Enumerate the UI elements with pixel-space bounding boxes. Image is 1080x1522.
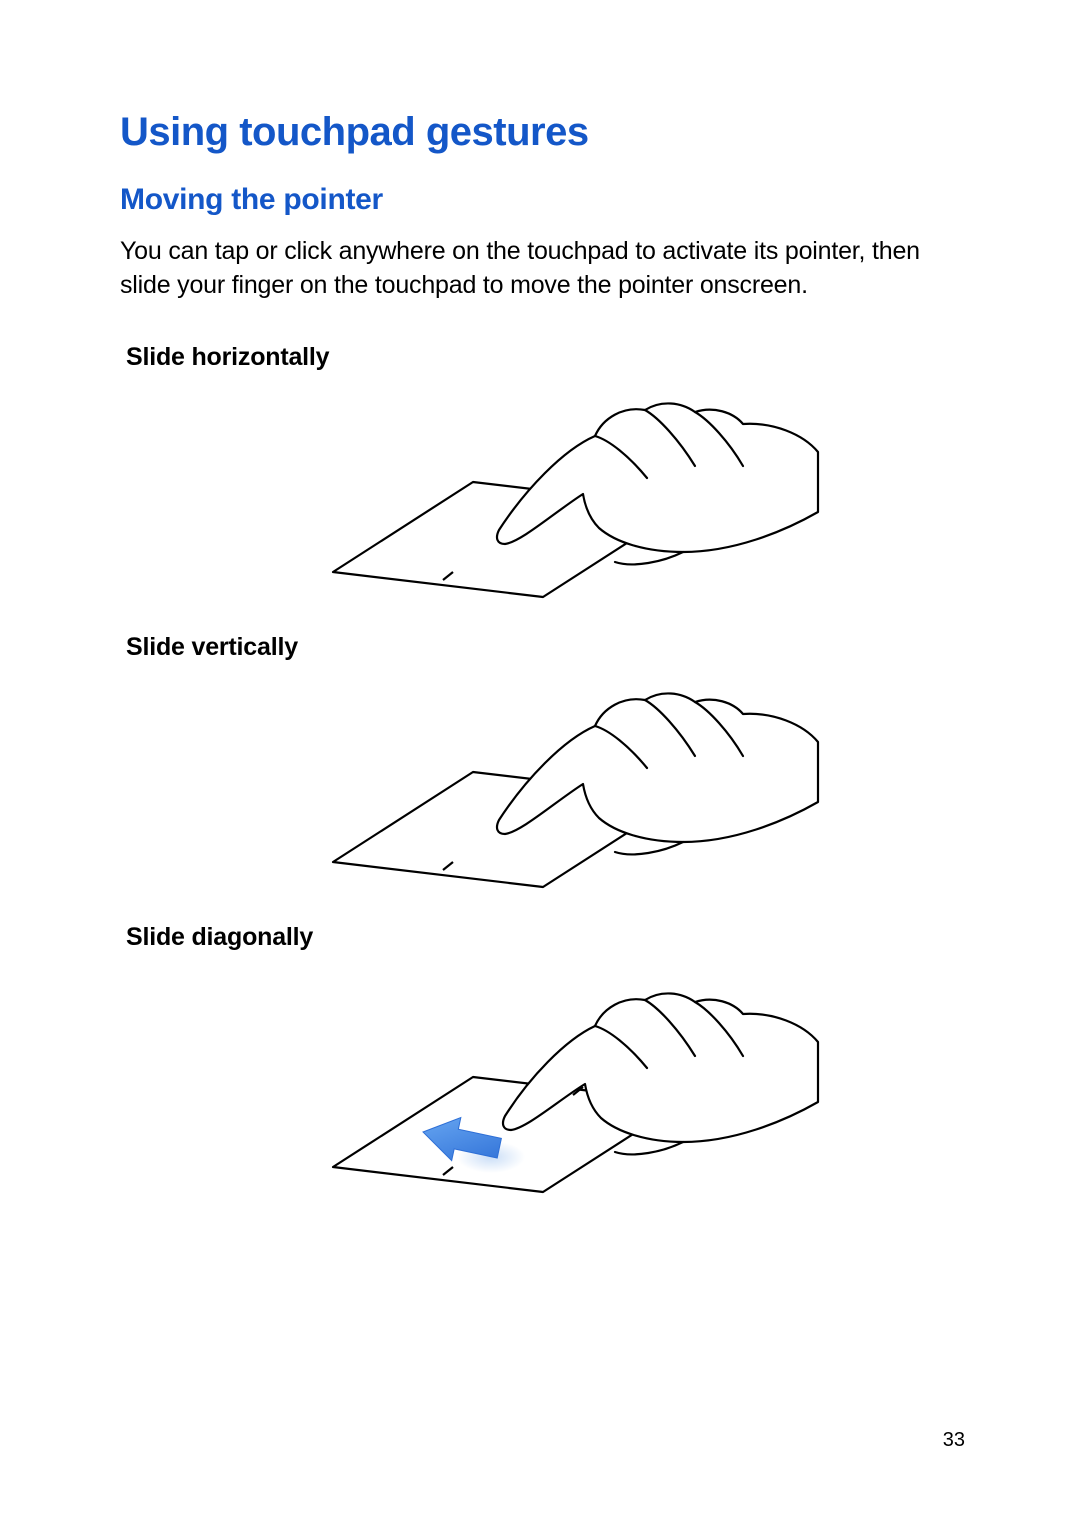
gesture-vertical: Slide vertically: [120, 633, 965, 917]
gesture-horizontal-illustration: [120, 362, 965, 627]
gesture-vertical-illustration: [120, 652, 965, 917]
manual-page: Using touchpad gestures Moving the point…: [0, 0, 1080, 1522]
hand-touchpad-arrow-icon: [263, 942, 823, 1222]
gesture-diagonal: Slide diagonally: [120, 923, 965, 1227]
gesture-horizontal: Slide horizontally: [120, 343, 965, 627]
intro-paragraph: You can tap or click anywhere on the tou…: [120, 235, 965, 303]
gesture-diagonal-illustration: [120, 942, 965, 1227]
page-number: 33: [943, 1429, 965, 1452]
hand-touchpad-icon: [263, 362, 823, 622]
subsection-title: Moving the pointer: [120, 183, 965, 217]
section-title: Using touchpad gestures: [120, 110, 965, 155]
hand-touchpad-icon: [263, 652, 823, 912]
